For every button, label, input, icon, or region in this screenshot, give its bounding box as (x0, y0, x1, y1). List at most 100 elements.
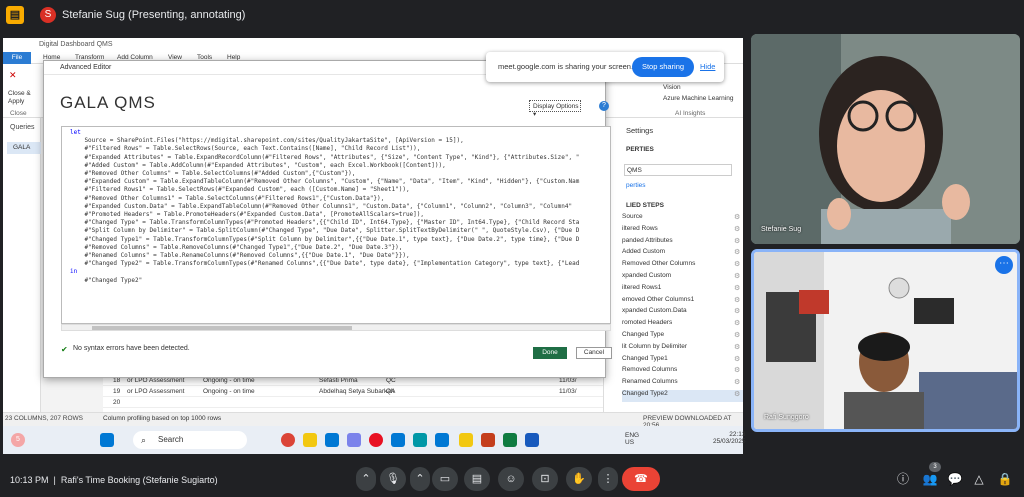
horizontal-scrollbar[interactable] (61, 324, 611, 331)
all-properties-link[interactable]: perties (626, 182, 646, 189)
gear-icon[interactable]: ⚙ (734, 296, 740, 304)
captions-icon[interactable]: ▤ (464, 467, 490, 491)
azure-ml-button[interactable]: Azure Machine Learning (663, 95, 733, 102)
applied-step[interactable]: Removed Columns ⚙ (622, 366, 743, 378)
applied-step[interactable]: xpanded Custom ⚙ (622, 272, 743, 284)
cancel-button[interactable]: Cancel (576, 347, 612, 359)
display-options-dropdown[interactable]: Display Options ▾ (529, 100, 581, 118)
code-line: #"Changed Type2" (70, 276, 143, 284)
powerpoint-icon[interactable] (481, 433, 495, 447)
chrome-icon[interactable] (281, 433, 295, 447)
excel-icon[interactable] (503, 433, 517, 447)
gear-icon[interactable]: ⚙ (734, 272, 740, 280)
code-line: #"Expanded Attributes" = Table.ExpandRec… (70, 153, 580, 161)
app-icon[interactable] (435, 433, 449, 447)
power-bi-icon[interactable] (459, 433, 473, 447)
host-controls-icon[interactable]: 🔒 (995, 469, 1015, 489)
applied-steps-list: Source ⚙ iltered Rows ⚙ panded Attributes ⚙ Ad… (622, 213, 743, 402)
info-icon[interactable]: ⓘ (893, 469, 913, 489)
applied-step[interactable]: Renamed Columns ⚙ (622, 378, 743, 390)
file-explorer-icon[interactable] (303, 433, 317, 447)
settings-title: Settings (626, 126, 654, 135)
word-icon[interactable] (525, 433, 539, 447)
gear-icon[interactable]: ⚙ (734, 366, 740, 374)
status-columns-rows: 23 COLUMNS, 207 ROWS (5, 415, 84, 422)
vision-button[interactable]: Vision (663, 84, 681, 91)
hide-link[interactable]: Hide (700, 62, 715, 71)
gear-icon[interactable]: ⚙ (734, 331, 740, 339)
shared-screen: Digital Dashboard QMS Home Transform Add… (3, 38, 743, 426)
scrollbar-thumb[interactable] (92, 326, 352, 330)
table-row[interactable]: 19 or LPO Assessment Ongoing - on time A… (103, 386, 603, 397)
gear-icon[interactable]: ⚙ (734, 248, 740, 256)
emoji-icon[interactable]: ☺ (498, 467, 524, 491)
camera-icon[interactable]: ▭ (432, 467, 458, 491)
system-clock[interactable]: 22:13 25/03/2025 (713, 431, 746, 445)
applied-step[interactable]: iltered Rows1 ⚙ (622, 284, 743, 296)
more-options-button[interactable]: ⋯ (995, 256, 1013, 274)
applied-step[interactable]: Changed Type1 ⚙ (622, 355, 743, 367)
gear-icon[interactable]: ⚙ (734, 237, 740, 245)
more-options-icon[interactable]: ⋮ (598, 467, 618, 491)
gear-icon[interactable]: ⚙ (734, 343, 740, 351)
help-icon[interactable]: ? (599, 101, 609, 111)
applied-step[interactable]: romoted Headers ⚙ (622, 319, 743, 331)
chat-icon[interactable]: 💬 (945, 469, 965, 489)
chevron-up-icon[interactable]: ⌃ (356, 467, 376, 491)
notification-icon[interactable]: 5 (11, 433, 25, 447)
gear-icon[interactable]: ⚙ (734, 284, 740, 292)
gear-icon[interactable]: ⚙ (734, 378, 740, 386)
app-icon[interactable] (413, 433, 427, 447)
code-line: #"Removed Columns" = Table.RemoveColumns… (70, 243, 403, 251)
taskbar-search[interactable]: Search (133, 431, 247, 449)
code-line: #"Split Column by Delimiter" = Table.Spl… (70, 227, 580, 235)
applied-step[interactable]: Changed Type ⚙ (622, 331, 743, 343)
code-line: #"Expanded Custom" = Table.ExpandTableCo… (70, 178, 580, 186)
teams-icon[interactable] (347, 433, 361, 447)
close-apply-label[interactable]: Close & (8, 90, 31, 97)
gear-icon[interactable]: ⚙ (734, 225, 740, 233)
gear-icon[interactable]: ⚙ (734, 260, 740, 268)
applied-step[interactable]: iltered Rows ⚙ (622, 225, 743, 237)
applied-step[interactable]: lit Column by Delimiter ⚙ (622, 343, 743, 355)
people-icon[interactable]: 👥 (920, 469, 940, 489)
windows-start-icon[interactable] (100, 433, 114, 447)
applied-step[interactable]: panded Attributes ⚙ (622, 237, 743, 249)
code-line: in (70, 268, 78, 276)
applied-step[interactable]: xpanded Custom.Data ⚙ (622, 307, 743, 319)
name-field[interactable]: QMS (624, 164, 732, 176)
presentation-icon[interactable]: ▤ (6, 6, 24, 24)
table-row[interactable]: 20 (103, 397, 603, 408)
present-icon[interactable]: ⊡ (532, 467, 558, 491)
close-apply-icon[interactable]: ✕ (9, 70, 17, 81)
gear-icon[interactable]: ⚙ (734, 319, 740, 327)
gear-icon[interactable]: ⚙ (734, 213, 740, 221)
code-editor[interactable]: let Source = SharePoint.Files("https://m… (61, 126, 611, 324)
outlook-icon[interactable] (391, 433, 405, 447)
applied-step[interactable]: Removed Other Columns ⚙ (622, 260, 743, 272)
stop-sharing-button[interactable]: Stop sharing (632, 57, 694, 77)
end-call-button[interactable]: ☎ (622, 467, 660, 491)
participant-tile[interactable]: Stefanie Sug (751, 34, 1020, 244)
raise-hand-icon[interactable]: ✋ (566, 467, 592, 491)
gear-icon[interactable]: ⚙ (734, 307, 740, 315)
language-indicator[interactable]: ENG US (625, 432, 639, 446)
gear-icon[interactable]: ⚙ (734, 390, 740, 398)
status-profiling[interactable]: Column profiling based on top 1000 rows (103, 415, 221, 422)
applied-step[interactable]: Added Custom ⚙ (622, 248, 743, 260)
code-line: #"Filtered Rows1" = Table.SelectRows(#"E… (70, 186, 410, 194)
applied-step[interactable]: emoved Other Columns1 ⚙ (622, 296, 743, 308)
microphone-icon[interactable]: 🎙 (380, 467, 406, 491)
chevron-up-icon[interactable]: ⌃ (410, 467, 430, 491)
apply-label[interactable]: Apply (8, 98, 24, 105)
applied-step[interactable]: Changed Type2 ⚙ (622, 389, 743, 402)
app-icon[interactable] (369, 433, 383, 447)
applied-step[interactable]: Source ⚙ (622, 213, 743, 225)
done-button[interactable]: Done (533, 347, 567, 359)
participant-tile-active[interactable]: ⋯ Rafi Sunggoro (751, 249, 1020, 432)
gear-icon[interactable]: ⚙ (734, 355, 740, 363)
activities-icon[interactable]: △ (969, 469, 989, 489)
edge-icon[interactable] (325, 433, 339, 447)
query-item[interactable]: GALA (7, 142, 41, 154)
tab-file[interactable]: File (3, 52, 31, 64)
